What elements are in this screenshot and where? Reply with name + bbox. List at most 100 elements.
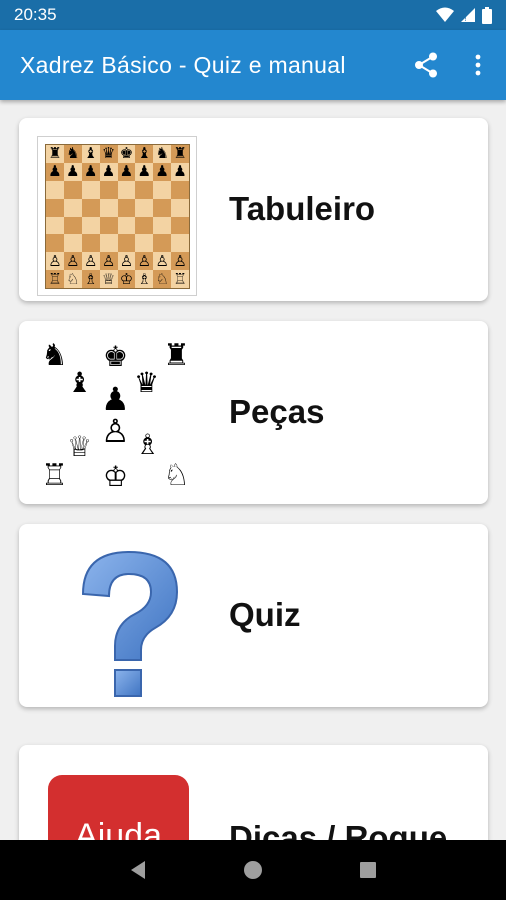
board-square: ♘ — [153, 270, 172, 288]
menu-list: ♜ ♞ ♝ ♛ ♚ ♝ ♞ ♜ ♟ ♟ ♟ ♟ ♟ ♟ ♟ ♟ ♙ ♙ ♙ ♙ ♙ ♙ ♙ ♙ ♖ ♘ ♗ ♕ ♔ ♗ ♘ ♖ Tabulei… — [0, 100, 506, 840]
card-label-dicas-roque: Dicas / Roque — [229, 819, 448, 840]
board-square: ♜ — [171, 145, 189, 163]
board-square — [81, 234, 100, 253]
board-square: ♟ — [99, 162, 118, 181]
board-square: ♙ — [171, 252, 189, 271]
share-icon — [415, 52, 437, 78]
board-square: ♜ — [46, 145, 64, 163]
board-square — [153, 180, 172, 199]
white-queen-icon: ♕ — [67, 430, 93, 463]
question-mark-icon — [81, 550, 179, 697]
card-pecas[interactable]: ♞ ♚ ♜ ♝ ♛ ♟ ♙ ♕ ♗ ♖ ♔ ♘ Peças — [19, 321, 488, 504]
board-square — [171, 198, 189, 217]
more-vert-icon — [475, 54, 481, 76]
svg-text:!: ! — [464, 15, 467, 23]
navigation-bar — [0, 840, 506, 900]
app-title: Xadrez Básico - Quiz e manual — [20, 51, 346, 78]
board-square — [81, 198, 100, 217]
home-circle-icon — [243, 861, 262, 879]
board-square: ♟ — [81, 162, 100, 181]
board-square — [135, 216, 154, 235]
chessboard-grid: ♜ ♞ ♝ ♛ ♚ ♝ ♞ ♜ ♟ ♟ ♟ ♟ ♟ ♟ ♟ ♟ ♙ ♙ ♙ ♙ ♙ ♙ ♙ ♙ ♖ ♘ ♗ ♕ ♔ ♗ ♘ ♖ — [45, 144, 190, 289]
recents-square-icon — [360, 862, 377, 878]
black-king-icon: ♚ — [103, 340, 129, 373]
board-square — [81, 180, 100, 199]
card-quiz[interactable]: Quiz — [19, 524, 488, 707]
back-triangle-icon — [130, 861, 145, 879]
share-button[interactable] — [412, 51, 440, 79]
board-square: ♙ — [63, 252, 82, 271]
board-square — [135, 198, 154, 217]
board-square: ♙ — [153, 252, 172, 271]
board-square: ♙ — [135, 252, 154, 271]
board-square: ♟ — [117, 162, 136, 181]
card-label-quiz: Quiz — [229, 596, 301, 633]
back-button[interactable] — [118, 850, 158, 890]
board-square — [99, 216, 118, 235]
pieces-image: ♞ ♚ ♜ ♝ ♛ ♟ ♙ ♕ ♗ ♖ ♔ ♘ — [37, 339, 197, 499]
white-rook-icon: ♖ — [41, 458, 68, 493]
board-square — [46, 216, 64, 235]
board-square — [171, 234, 189, 253]
help-tile-text: Ajuda — [75, 817, 162, 840]
board-square: ♚ — [117, 145, 136, 163]
battery-icon — [482, 6, 492, 24]
board-square — [46, 180, 64, 199]
white-bishop-icon: ♗ — [135, 428, 161, 461]
board-square — [99, 198, 118, 217]
board-square — [153, 234, 172, 253]
board-square: ♛ — [99, 145, 118, 163]
board-square — [117, 216, 136, 235]
board-square — [46, 234, 64, 253]
black-bishop-icon: ♝ — [67, 366, 93, 399]
board-square — [46, 198, 64, 217]
board-square: ♕ — [99, 270, 118, 288]
white-knight-icon: ♘ — [163, 458, 190, 493]
black-knight-icon: ♞ — [41, 338, 68, 373]
board-square — [135, 180, 154, 199]
board-square: ♖ — [171, 270, 189, 288]
board-square: ♞ — [63, 145, 82, 163]
black-rook-icon: ♜ — [163, 338, 190, 373]
board-square — [99, 180, 118, 199]
board-square — [171, 216, 189, 235]
board-square — [63, 234, 82, 253]
card-label-pecas: Peças — [229, 393, 325, 430]
board-square: ♙ — [99, 252, 118, 271]
board-square — [171, 180, 189, 199]
app-actions — [412, 51, 492, 79]
board-square — [135, 234, 154, 253]
board-square: ♖ — [46, 270, 64, 288]
board-square: ♙ — [117, 252, 136, 271]
status-time: 20:35 — [14, 5, 57, 24]
board-square — [117, 234, 136, 253]
board-square: ♗ — [135, 270, 154, 288]
board-square — [153, 198, 172, 217]
board-square: ♙ — [81, 252, 100, 271]
board-square: ♞ — [153, 145, 172, 163]
overflow-menu-button[interactable] — [464, 51, 492, 79]
card-dicas-roque[interactable]: Ajuda Dicas / Roque — [19, 745, 488, 840]
board-square: ♙ — [46, 252, 64, 271]
wifi-icon — [436, 7, 454, 22]
board-square: ♟ — [153, 162, 172, 181]
black-queen-icon: ♛ — [134, 366, 160, 399]
board-square: ♟ — [171, 162, 189, 181]
board-square — [153, 216, 172, 235]
home-button[interactable] — [233, 850, 273, 890]
white-pawn-icon: ♙ — [101, 412, 130, 450]
board-square: ♘ — [63, 270, 82, 288]
board-square — [81, 216, 100, 235]
app-bar: Xadrez Básico - Quiz e manual — [0, 30, 506, 100]
board-square — [117, 198, 136, 217]
signal-icon: ! — [461, 8, 475, 23]
board-square: ♟ — [63, 162, 82, 181]
card-tabuleiro[interactable]: ♜ ♞ ♝ ♛ ♚ ♝ ♞ ♜ ♟ ♟ ♟ ♟ ♟ ♟ ♟ ♟ ♙ ♙ ♙ ♙ ♙ ♙ ♙ ♙ ♖ ♘ ♗ ♕ ♔ ♗ ♘ ♖ Tabulei… — [19, 118, 488, 301]
status-icons: ! — [436, 6, 492, 24]
chessboard-image: ♜ ♞ ♝ ♛ ♚ ♝ ♞ ♜ ♟ ♟ ♟ ♟ ♟ ♟ ♟ ♟ ♙ ♙ ♙ ♙ ♙ ♙ ♙ ♙ ♖ ♘ ♗ ♕ ♔ ♗ ♘ ♖ — [37, 136, 197, 296]
board-square — [63, 216, 82, 235]
board-square: ♟ — [46, 162, 64, 181]
board-square: ♗ — [81, 270, 100, 288]
board-square: ♝ — [81, 145, 100, 163]
recents-button[interactable] — [348, 850, 388, 890]
